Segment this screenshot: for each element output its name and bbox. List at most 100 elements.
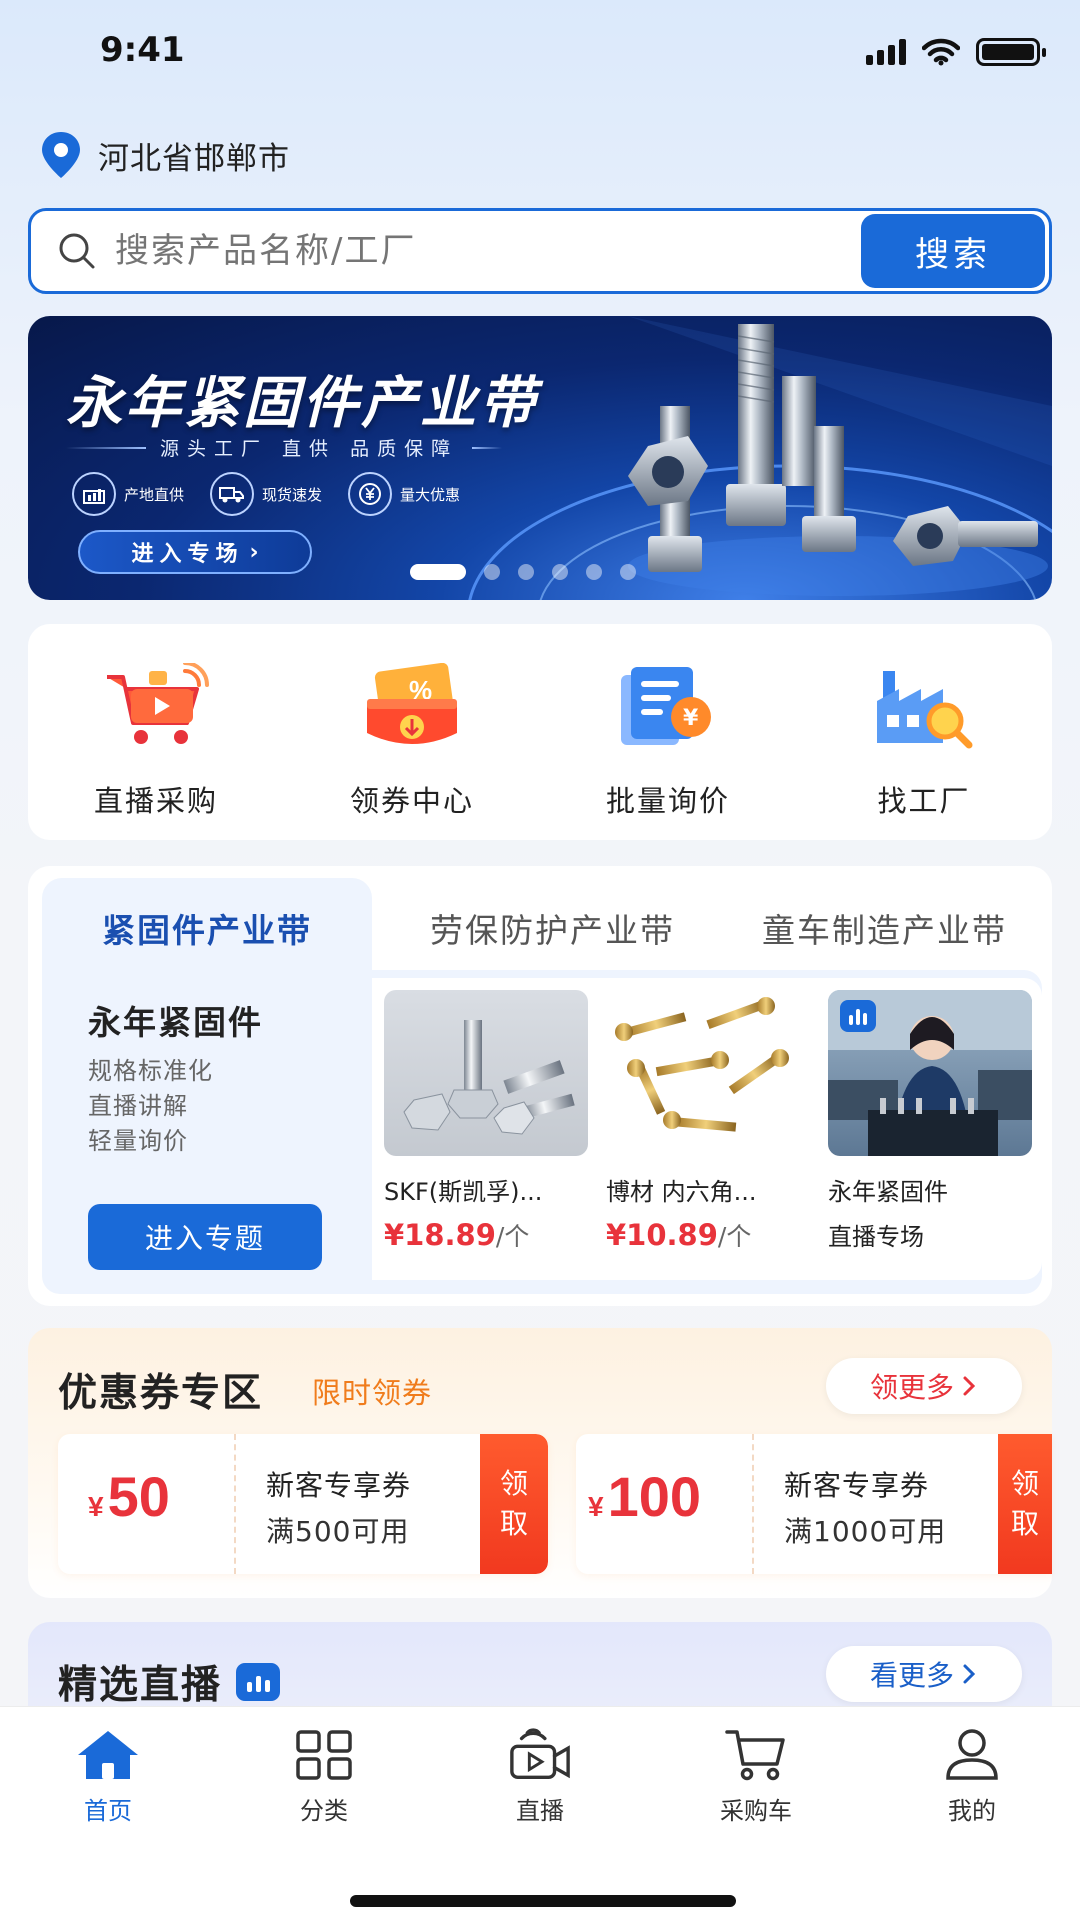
bolts-product-image — [628, 324, 1048, 596]
see-more-live-button[interactable]: 看更多 — [826, 1646, 1022, 1702]
banner-feature-label: 量大优惠 — [400, 485, 461, 504]
coupon-divider — [234, 1434, 236, 1574]
tab-home[interactable]: 首页 — [0, 1707, 216, 1837]
claim-label: 领 — [1010, 1467, 1039, 1500]
location-selector[interactable]: 河北省邯郸市 — [38, 130, 290, 180]
status-time: 9:41 — [100, 30, 185, 70]
tab-kids-vehicle-industry[interactable]: 童车制造产业带 — [762, 878, 1007, 978]
more-coupons-button[interactable]: 领更多 — [826, 1358, 1022, 1414]
banner-feature: 量大优惠 — [348, 472, 460, 516]
home-icon — [76, 1727, 140, 1783]
tab-cart[interactable]: 采购车 — [648, 1707, 864, 1837]
bottom-tab-bar: 首页 分类 直播 采购车 我的 — [0, 1706, 1080, 1920]
svg-text:¥: ¥ — [683, 706, 699, 731]
live-cart-icon — [97, 658, 215, 758]
banner-feature-label: 现货速发 — [262, 485, 323, 504]
factory-search-icon — [865, 658, 983, 758]
product-price-value: ¥18.89 — [384, 1218, 496, 1252]
live-bars-icon — [236, 1663, 281, 1701]
tab-label: 首页 — [84, 1797, 132, 1825]
delivery-truck-icon — [210, 472, 255, 516]
see-more-label: 看更多 — [869, 1659, 954, 1692]
coupon-icon: % — [353, 658, 471, 758]
coupon-ticket: ¥100 新客专享券 满1000可用 领 取 — [576, 1434, 1052, 1574]
banner-pagination — [410, 564, 636, 580]
quick-nav-label: 直播采购 — [93, 784, 218, 818]
status-bar: 9:41 — [0, 0, 1080, 110]
coupon-divider — [752, 1434, 754, 1574]
live-indicator-icon — [840, 1000, 876, 1032]
banner-dot[interactable] — [586, 564, 602, 580]
claim-label: 取 — [1010, 1507, 1039, 1540]
coupon-amount: ¥50 — [88, 1464, 170, 1529]
quick-nav-bulk-quote[interactable]: ¥ 批量询价 — [540, 624, 796, 840]
search-bar: 搜索 — [28, 208, 1052, 294]
banner-dot[interactable] — [620, 564, 636, 580]
industry-tabs: 紧固件产业带 劳保防护产业带 童车制造产业带 — [42, 878, 1042, 978]
tab-category[interactable]: 分类 — [216, 1707, 432, 1837]
home-indicator — [350, 1895, 736, 1907]
search-input[interactable] — [115, 231, 861, 271]
product-image — [606, 990, 810, 1156]
coupon-currency: ¥ — [588, 1491, 604, 1522]
tab-fastener-industry[interactable]: 紧固件产业带 — [42, 878, 372, 978]
product-name: SKF(斯凯孚)... — [384, 1178, 543, 1206]
banner-subtitle: 源头工厂 直供 品质保障 — [66, 434, 503, 461]
quick-nav-find-factory[interactable]: 找工厂 — [796, 624, 1052, 840]
industry-feature-list: 规格标准化 直播讲解 轻量询价 — [88, 1056, 372, 1157]
search-button[interactable]: 搜索 — [861, 214, 1045, 288]
coupon-zone-subtitle: 限时领券 — [312, 1376, 433, 1410]
chevron-right-icon — [963, 1664, 976, 1684]
product-price-unit: /个 — [495, 1222, 530, 1251]
factory-chart-icon — [72, 472, 116, 516]
user-icon — [940, 1727, 1004, 1783]
quick-nav-live-purchase[interactable]: 直播采购 — [28, 624, 284, 840]
product-card[interactable]: 博材 内六角... ¥10.89/个 — [606, 990, 810, 1253]
industry-intro-title: 永年紧固件 — [88, 1003, 263, 1042]
live-session-card[interactable]: 永年紧固件 直播专场 — [828, 990, 1032, 1252]
product-card[interactable]: SKF(斯凯孚)... ¥18.89/个 — [384, 990, 588, 1253]
coupon-amount: ¥100 — [588, 1464, 701, 1529]
yen-coin-icon — [348, 472, 393, 516]
wifi-icon — [922, 38, 960, 66]
coupon-condition: 满1000可用 — [784, 1515, 947, 1548]
search-icon — [59, 233, 95, 269]
battery-icon — [976, 38, 1046, 66]
promo-banner[interactable]: 永年紧固件产业带 源头工厂 直供 品质保障 产地直供 现货速发 量大优惠 进入专… — [28, 316, 1052, 600]
product-price-value: ¥10.89 — [606, 1218, 718, 1252]
tab-profile[interactable]: 我的 — [864, 1707, 1080, 1837]
location-pin-icon — [42, 132, 80, 178]
coupon-zone-title: 优惠券专区 — [58, 1371, 264, 1416]
quick-nav-coupon-center[interactable]: % 领券中心 — [284, 624, 540, 840]
featured-live-title: 精选直播 — [58, 1654, 281, 1710]
tab-labor-protection-industry[interactable]: 劳保防护产业带 — [430, 878, 675, 978]
banner-dot[interactable] — [484, 564, 500, 580]
live-session-image — [828, 990, 1032, 1156]
tab-live[interactable]: 直播 — [432, 1707, 648, 1837]
chevron-right-icon: › — [249, 539, 259, 565]
banner-features: 产地直供 现货速发 量大优惠 — [72, 472, 460, 516]
live-session-name: 永年紧固件 — [828, 1178, 948, 1206]
banner-cta-button[interactable]: 进入专场 › — [78, 530, 312, 574]
tab-label: 分类 — [300, 1797, 348, 1825]
tab-label: 采购车 — [720, 1797, 792, 1825]
enter-topic-button[interactable]: 进入专题 — [88, 1204, 322, 1270]
tab-label: 直播 — [516, 1797, 564, 1825]
banner-feature-label: 产地直供 — [124, 485, 185, 504]
chevron-right-icon — [963, 1376, 976, 1396]
quick-nav: 直播采购 % 领券中心 ¥ 批量询价 找工厂 — [28, 624, 1052, 840]
coupon-zone: 优惠券专区 限时领券 领更多 ¥50 新客专享券 满500可用 领 取 ¥100… — [28, 1328, 1052, 1598]
cellular-signal-icon — [866, 39, 906, 65]
live-camera-icon — [508, 1727, 572, 1783]
location-text: 河北省邯郸市 — [98, 140, 290, 177]
banner-dot[interactable] — [552, 564, 568, 580]
banner-dot[interactable] — [518, 564, 534, 580]
banner-title: 永年紧固件产业带 — [66, 371, 538, 436]
claim-coupon-button[interactable]: 领 取 — [480, 1434, 548, 1574]
banner-dot[interactable] — [410, 564, 466, 580]
cart-icon — [724, 1727, 788, 1783]
claim-coupon-button[interactable]: 领 取 — [998, 1434, 1052, 1574]
industry-products: SKF(斯凯孚)... ¥18.89/个 博材 内六角... ¥10.89/个 … — [372, 978, 1042, 1280]
coupon-ticket: ¥50 新客专享券 满500可用 领 取 — [58, 1434, 548, 1574]
coupon-currency: ¥ — [88, 1491, 104, 1522]
